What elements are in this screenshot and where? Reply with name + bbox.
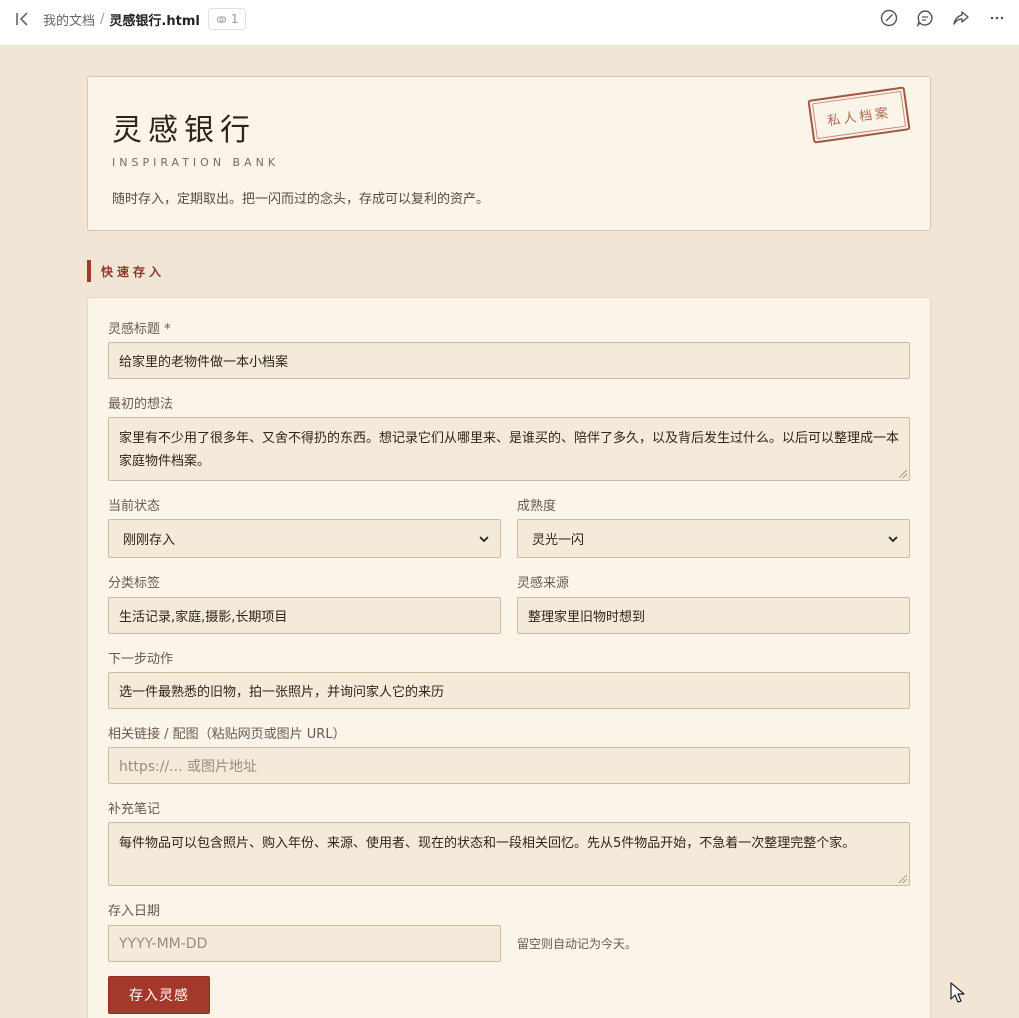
breadcrumb-root[interactable]: 我的文档	[43, 10, 95, 29]
resize-handle[interactable]	[899, 875, 907, 883]
top-bar: 我的文档 / 灵感银行.html 1	[0, 0, 1019, 45]
notes-text: 每件物品可以包含照片、购入年份、来源、使用者、现在的状态和一段相关回忆。先从5件…	[119, 836, 856, 851]
chevron-down-icon	[888, 536, 898, 543]
submit-button[interactable]: 存入灵感	[108, 976, 210, 1014]
tags-label: 分类标签	[108, 576, 161, 591]
status-label: 当前状态	[108, 499, 161, 514]
mouse-cursor-icon	[950, 982, 965, 1003]
breadcrumb-separator: /	[100, 11, 105, 27]
share-icon[interactable]	[952, 9, 970, 27]
hero-card: 灵感银行 INSPIRATION BANK 随时存入，定期取出。把一闪而过的念头…	[87, 76, 931, 231]
idea-text: 家里有不少用了很多年、又舍不得扔的东西。想记录它们从哪里来、是谁买的、陪伴了多久…	[119, 431, 900, 469]
maturity-selected: 灵光一闪	[532, 533, 585, 548]
notes-label: 补充笔记	[108, 802, 161, 817]
next-action-label: 下一步动作	[108, 652, 174, 667]
file-name: 灵感银行.html	[109, 13, 200, 29]
tags-input[interactable]: 生活记录,家庭,摄影,长期项目	[108, 597, 501, 634]
date-hint: 留空则自动记为今天。	[517, 937, 638, 951]
source-label: 灵感来源	[517, 576, 570, 591]
link-label: 相关链接 / 配图（粘贴网页或图片 URL）	[108, 727, 346, 742]
date-label: 存入日期	[108, 904, 161, 919]
title-label: 灵感标题 *	[108, 322, 171, 337]
link-count-badge[interactable]: 1	[207, 8, 247, 30]
status-select[interactable]: 刚刚存入	[108, 519, 501, 558]
next-action-input[interactable]: 选一件最熟悉的旧物，拍一张照片，并询问家人它的来历	[108, 672, 910, 709]
link-icon	[216, 15, 227, 23]
source-input[interactable]: 整理家里旧物时想到	[517, 597, 910, 634]
page-description: 随时存入，定期取出。把一闪而过的念头，存成可以复利的资产。	[112, 192, 490, 207]
resize-handle[interactable]	[899, 470, 907, 478]
maturity-select[interactable]: 灵光一闪	[517, 519, 910, 558]
maturity-label: 成熟度	[517, 499, 557, 514]
page-title: 灵感银行	[112, 113, 256, 148]
sidebar-collapse-icon[interactable]	[14, 10, 34, 28]
date-input[interactable]: YYYY-MM-DD	[108, 925, 501, 962]
comment-icon[interactable]	[916, 9, 934, 27]
page-subtitle: INSPIRATION BANK	[112, 156, 280, 169]
breadcrumb: 我的文档 / 灵感银行.html 1	[43, 8, 247, 30]
form-card	[87, 297, 931, 1018]
idea-label: 最初的想法	[108, 397, 174, 412]
idea-textarea[interactable]: 家里有不少用了很多年、又舍不得扔的东西。想记录它们从哪里来、是谁买的、陪伴了多久…	[108, 417, 910, 481]
section-heading: 快速存入	[87, 260, 165, 282]
private-archive-stamp: 私人档案	[807, 86, 911, 144]
link-input[interactable]: https://... 或图片地址	[108, 747, 910, 784]
edit-icon[interactable]	[880, 9, 898, 27]
link-count: 1	[230, 12, 239, 26]
status-selected: 刚刚存入	[123, 533, 176, 548]
notes-textarea[interactable]: 每件物品可以包含照片、购入年份、来源、使用者、现在的状态和一段相关回忆。先从5件…	[108, 822, 910, 886]
title-input[interactable]: 给家里的老物件做一本小档案	[108, 342, 910, 379]
chevron-down-icon	[479, 536, 489, 543]
more-icon[interactable]	[988, 9, 1006, 27]
